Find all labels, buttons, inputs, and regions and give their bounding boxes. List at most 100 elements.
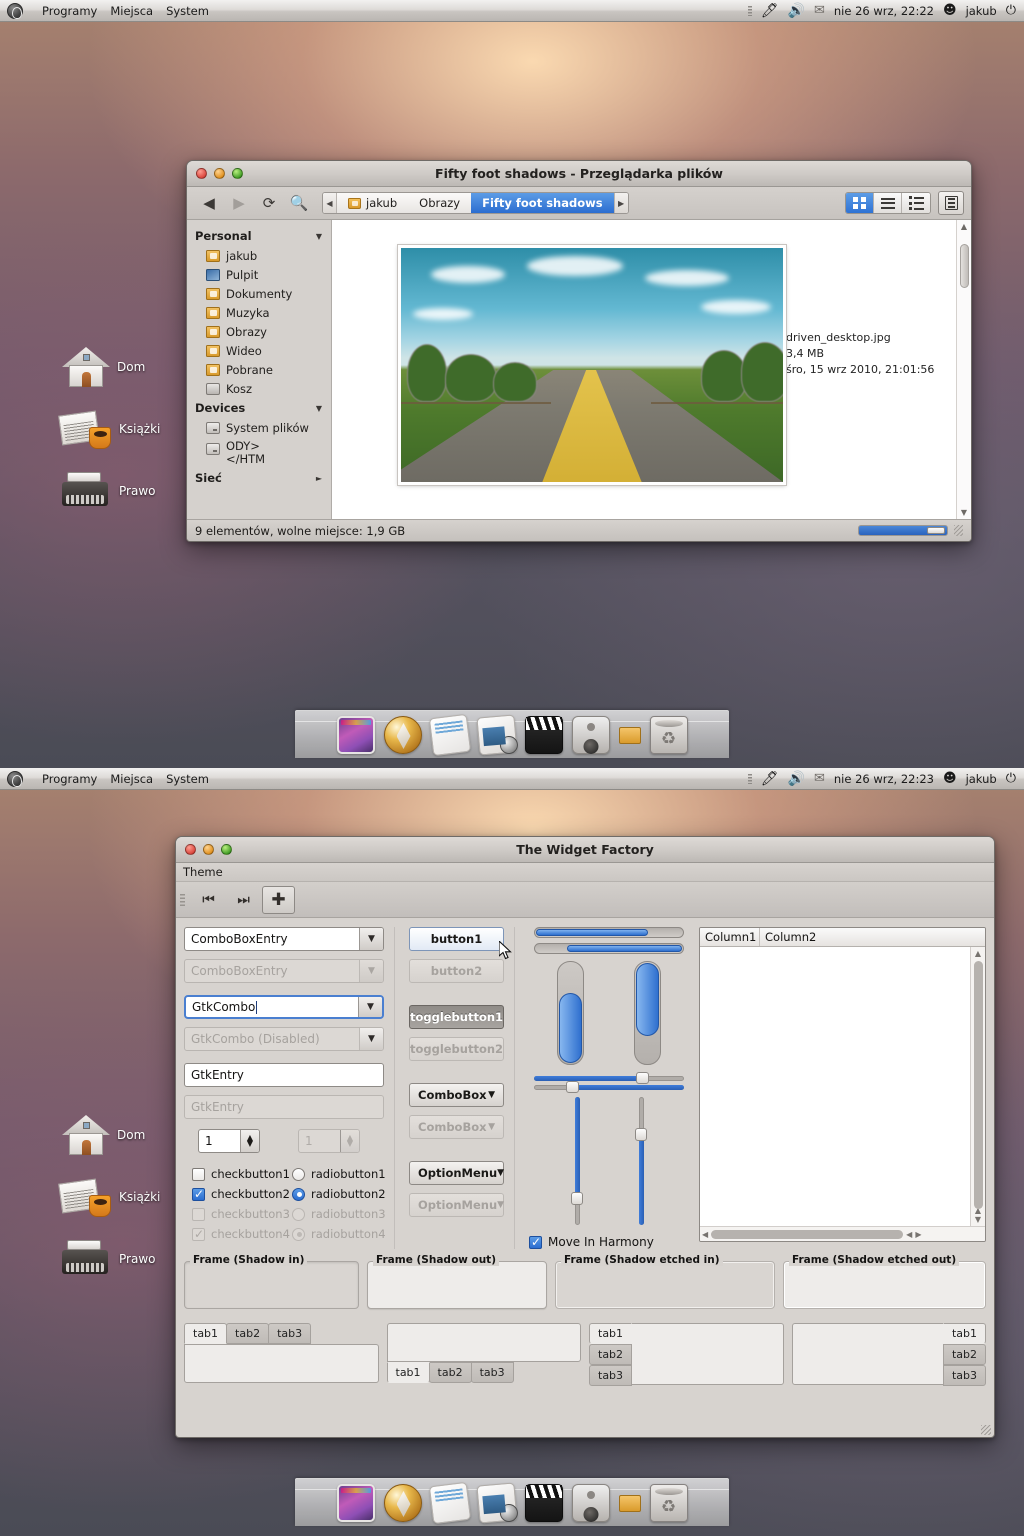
folder-icon[interactable]	[618, 1495, 641, 1512]
radio-icon[interactable]	[292, 1167, 305, 1181]
menu-system[interactable]: System	[166, 772, 209, 786]
close-button[interactable]	[185, 844, 196, 855]
close-button[interactable]	[196, 168, 207, 179]
tab-3[interactable]: tab3	[470, 1362, 514, 1383]
tab-2[interactable]: tab2	[226, 1323, 270, 1344]
compact-view-button[interactable]	[902, 193, 930, 213]
desktop-icon-ksiazki[interactable]: Książki	[58, 407, 160, 451]
clock[interactable]: nie 26 wrz, 22:22	[834, 4, 934, 18]
sidebar-item-kosz[interactable]: Kosz	[187, 379, 331, 398]
sidebar-section-siec[interactable]: Sieć ►	[187, 468, 331, 488]
scrollbar-thumb[interactable]	[960, 244, 969, 288]
folder-icon[interactable]	[618, 727, 641, 744]
power-icon[interactable]: ⏻	[1006, 4, 1016, 17]
tab-2[interactable]: tab2	[428, 1362, 472, 1383]
tab-3[interactable]: tab3	[942, 1365, 986, 1386]
sidebar-item-muzyka[interactable]: Muzyka	[187, 303, 331, 322]
photo-manager-icon[interactable]	[475, 1482, 518, 1524]
scroll-up-icon[interactable]: ▲	[975, 949, 981, 958]
button1[interactable]: button1	[409, 927, 504, 951]
minimize-button[interactable]	[203, 844, 214, 855]
bluetooth-icon[interactable]: 🖊	[761, 4, 779, 18]
chevron-down-icon[interactable]: ▼	[316, 404, 322, 413]
file-view-scrollbar[interactable]: ▲ ▼	[956, 220, 971, 519]
gtkcombo-1[interactable]: GtkCombo ▼	[184, 995, 384, 1019]
menu-programy[interactable]: Programy	[42, 4, 97, 18]
maximize-button[interactable]	[221, 844, 232, 855]
avatar-icon[interactable]: ☻	[943, 772, 957, 785]
sidebar-item-pulpit[interactable]: Pulpit	[187, 265, 331, 284]
file-thumbnail-driven-desktop[interactable]	[397, 244, 787, 486]
tab-1[interactable]: tab1	[184, 1323, 228, 1344]
forward-arrow-icon[interactable]: ▶	[224, 190, 254, 216]
treeview-rows[interactable]	[700, 947, 970, 1226]
checkbox-icon[interactable]	[192, 1187, 205, 1201]
maximize-button[interactable]	[232, 168, 243, 179]
bluetooth-icon[interactable]: 🖊	[761, 772, 779, 786]
chevron-down-icon[interactable]: ▼	[358, 997, 382, 1017]
minimize-button[interactable]	[214, 168, 225, 179]
mail-icon[interactable]: ✉	[814, 4, 825, 17]
sidebar-item-dokumenty[interactable]: Dokumenty	[187, 284, 331, 303]
desktop-icon-prawo[interactable]: Prawo	[60, 469, 155, 513]
tab-2[interactable]: tab2	[942, 1344, 986, 1365]
column-header-2[interactable]: Column2	[760, 928, 985, 946]
menu-miejsca[interactable]: Miejsca	[110, 772, 153, 786]
volume-icon[interactable]: 🔊	[788, 4, 805, 18]
chevron-right-icon[interactable]: ►	[316, 474, 322, 483]
username[interactable]: jakub	[966, 772, 997, 786]
treeview[interactable]: Column1 Column2 ▲ ▲ ▼ ◀ ◀ ▶	[699, 927, 986, 1242]
tab-1[interactable]: tab1	[942, 1323, 986, 1344]
move-in-harmony-checkbox[interactable]: Move In Harmony	[529, 1235, 654, 1249]
sidebar-item-pobrane[interactable]: Pobrane	[187, 360, 331, 379]
resize-grip[interactable]	[954, 525, 963, 536]
breadcrumb-item-jakub[interactable]: jakub	[337, 193, 409, 213]
checkbox-icon[interactable]	[529, 1235, 542, 1249]
scale-v2[interactable]	[634, 1097, 648, 1225]
menu-programy[interactable]: Programy	[42, 772, 97, 786]
tab-3[interactable]: tab3	[268, 1323, 312, 1344]
sidebar-section-personal[interactable]: Personal ▼	[187, 226, 331, 246]
file-view-canvas[interactable]	[332, 220, 787, 519]
gnome-foot-icon[interactable]	[7, 770, 23, 787]
text-editor-icon[interactable]	[428, 1481, 471, 1525]
sidebar-item-system-plikow[interactable]: System plików	[187, 418, 331, 437]
radiobutton1[interactable]: radiobutton1	[292, 1167, 386, 1181]
trash-icon[interactable]	[649, 716, 688, 754]
file-manager-window[interactable]: Fifty foot shadows - Przeglądarka plików…	[186, 160, 972, 542]
scroll-down-icon[interactable]: ▼	[975, 1215, 981, 1224]
breadcrumb-right-arrow[interactable]: ▶	[613, 193, 628, 213]
scroll-down-icon[interactable]: ▼	[961, 508, 967, 517]
combobox-1[interactable]: ComboBox ▼	[409, 1083, 504, 1107]
widget-factory-window[interactable]: The Widget Factory Theme ⏮ ⏭ ✚ ComboBoxE…	[175, 836, 995, 1438]
desktop-icon-ksiazki[interactable]: Książki	[58, 1175, 160, 1219]
treeview-hscrollbar[interactable]: ◀ ◀ ▶	[700, 1226, 985, 1241]
scale-knob[interactable]	[635, 1127, 647, 1141]
go-first-button[interactable]: ⏮	[192, 886, 225, 914]
zoom-slider[interactable]	[858, 525, 948, 536]
sidebar-section-devices[interactable]: Devices ▼	[187, 398, 331, 418]
breadcrumb-item-obrazy[interactable]: Obrazy	[408, 193, 472, 213]
sound-preferences-icon[interactable]	[571, 1484, 610, 1522]
sidebar-item-odyhtm[interactable]: ODY> </HTM	[187, 437, 331, 468]
chevron-down-icon[interactable]: ▼	[359, 928, 383, 950]
scale-h2[interactable]	[534, 1080, 684, 1093]
avatar-icon[interactable]: ☻	[943, 4, 957, 17]
volume-icon[interactable]: 🔊	[788, 772, 805, 786]
radio-icon[interactable]	[292, 1187, 305, 1201]
gnome-foot-icon[interactable]	[7, 2, 23, 19]
movie-player-icon[interactable]	[524, 716, 563, 754]
scroll-left-icon-2[interactable]: ◀	[906, 1230, 912, 1239]
checkbutton2[interactable]: checkbutton2	[192, 1187, 292, 1201]
back-arrow-icon[interactable]: ◀	[194, 190, 224, 216]
treeview-vscrollbar[interactable]: ▲ ▲ ▼	[970, 947, 985, 1226]
scroll-up-icon[interactable]: ▲	[961, 222, 967, 231]
file-view[interactable]: driven_desktop.jpg 3,4 MB śro, 15 wrz 20…	[332, 220, 971, 519]
radiobutton2[interactable]: radiobutton2	[292, 1187, 386, 1201]
comboboxentry-1[interactable]: ComboBoxEntry ▼	[184, 927, 384, 951]
menu-system[interactable]: System	[166, 4, 209, 18]
resize-grip[interactable]	[981, 1425, 991, 1435]
web-browser-icon[interactable]	[383, 716, 422, 754]
spinbutton-1-value[interactable]: 1	[199, 1130, 240, 1152]
sidebar-item-wideo[interactable]: Wideo	[187, 341, 331, 360]
